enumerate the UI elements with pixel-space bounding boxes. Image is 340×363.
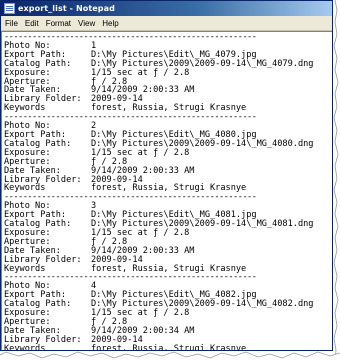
notepad-icon (4, 3, 15, 14)
window-title: export_list - Notepad (18, 4, 115, 13)
separator-line: ----------------------------------------… (4, 193, 328, 202)
exposure-line: Exposure: 1/15 sec at ƒ / 2.8 (4, 68, 328, 78)
menu-format[interactable]: Format (46, 19, 71, 28)
notepad-window: export_list - Notepad File Edit Format V… (0, 0, 333, 351)
keywords-line: Keywords forest, Russia, Strugi Krasnye (4, 104, 328, 113)
menu-view[interactable]: View (78, 19, 95, 28)
separator-line: ----------------------------------------… (4, 113, 328, 122)
separator-line: ----------------------------------------… (4, 33, 328, 42)
field-value: forest, Russia, Strugi Krasnye (91, 263, 247, 274)
exposure-line: Exposure: 1/15 sec at ƒ / 2.8 (4, 148, 328, 158)
exposure-line: Exposure: 1/15 sec at ƒ / 2.8 (4, 309, 328, 318)
keywords-line: Keywords forest, Russia, Strugi Krasnye (4, 263, 328, 274)
exposure-line: Exposure: 1/15 sec at ƒ / 2.8 (4, 228, 328, 238)
field-label: Keywords (4, 183, 46, 194)
separator-line: ----------------------------------------… (4, 273, 328, 282)
field-value: forest, Russia, Strugi Krasnye (91, 183, 247, 194)
title-bar[interactable]: export_list - Notepad (1, 1, 332, 16)
menu-file[interactable]: File (5, 19, 18, 28)
menu-help[interactable]: Help (102, 19, 118, 28)
document-text: ----------------------------------------… (4, 33, 328, 350)
menu-edit[interactable]: Edit (25, 19, 39, 28)
field-label: Keywords (4, 263, 46, 274)
torn-bottom-edge (0, 351, 340, 363)
field-label: Keywords (4, 103, 46, 114)
keywords-line: Keywords forest, Russia, Strugi Krasnye (4, 184, 328, 193)
field-value: forest, Russia, Strugi Krasnye (91, 103, 247, 114)
text-editor-area[interactable]: ----------------------------------------… (1, 31, 332, 350)
torn-right-edge (333, 0, 340, 363)
menu-bar: File Edit Format View Help (1, 16, 332, 31)
